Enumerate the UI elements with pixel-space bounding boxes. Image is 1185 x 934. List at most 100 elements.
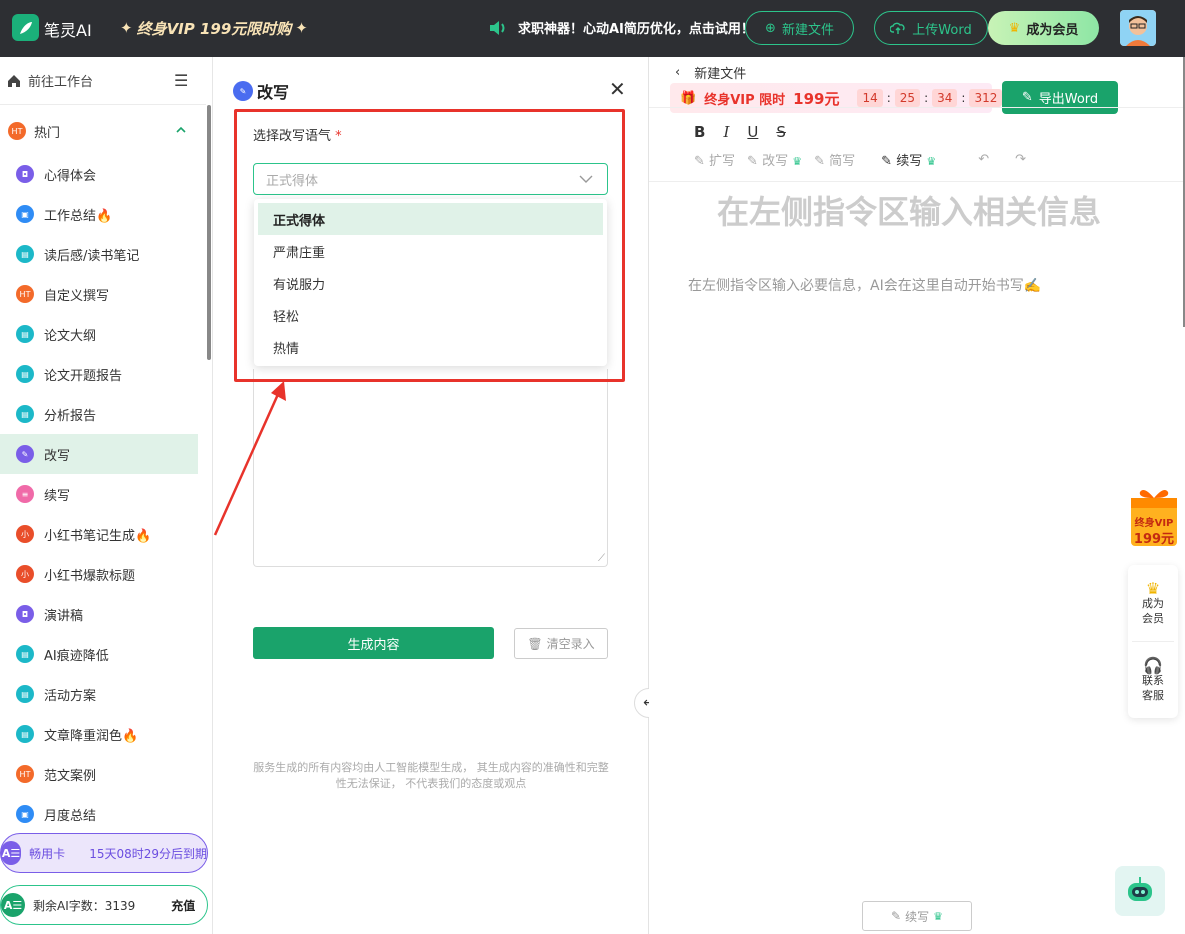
- item-label: 读后感/读书笔记: [44, 248, 140, 264]
- breadcrumb-title: 新建文件: [694, 67, 747, 82]
- float-vip-line1: 终身VIP: [1134, 518, 1174, 529]
- sidebar-item[interactable]: ▤ 文章降重润色🔥: [0, 714, 206, 754]
- sidebar-item[interactable]: ▤ 分析报告: [0, 394, 206, 434]
- item-label: 论文开题报告: [44, 368, 123, 384]
- export-word-label: 导出Word: [1038, 92, 1099, 107]
- item-label: 改写: [44, 448, 71, 464]
- trash-icon: 🗑: [527, 636, 543, 651]
- float-service-button[interactable]: 🎧 联系 客服: [1128, 642, 1178, 718]
- top-bar: 笔灵AI ✦ 终身VIP 199元限时购 ✦ 求职神器！心动AI简历优化，点击试…: [0, 0, 1185, 57]
- vip-promo-text: 终身VIP 199元限时购: [136, 19, 292, 38]
- crown-icon: ♛: [792, 155, 803, 168]
- sidebar-scrollbar[interactable]: [207, 105, 211, 360]
- sidebar-items: ◘ 心得体会 ▣ 工作总结🔥 ▤ 读后感/读书笔记 HT 自定义撰写 ▤ 论文大纲 ▤ 论文…: [0, 154, 206, 834]
- sidebar-item[interactable]: ▤ AI痕迹降低: [0, 634, 206, 674]
- sidebar-item[interactable]: ◘ 心得体会: [0, 154, 206, 194]
- item-icon: ▤: [16, 245, 34, 263]
- close-icon[interactable]: ✕: [609, 77, 626, 101]
- resize-grip-icon[interactable]: ⟋: [598, 553, 605, 564]
- speaker-icon: [490, 20, 505, 35]
- undo-icon[interactable]: ↶: [978, 152, 989, 167]
- item-icon: ▤: [16, 685, 34, 703]
- item-icon: HT: [16, 285, 34, 303]
- sidebar-item[interactable]: ▤ 论文开题报告: [0, 354, 206, 394]
- sidebar-item[interactable]: ▣ 工作总结🔥: [0, 194, 206, 234]
- bold-icon[interactable]: B: [694, 123, 705, 141]
- continue-tool[interactable]: ✎ 续写 ♛: [881, 150, 936, 169]
- vip-promo-link[interactable]: ✦ 终身VIP 199元限时购 ✦: [120, 12, 308, 44]
- float-member-line: 成为: [1142, 596, 1164, 610]
- sidebar-item[interactable]: 小小红书爆款标题: [0, 554, 206, 594]
- bottom-continue-label: 续写: [905, 909, 930, 924]
- section-hot[interactable]: HT 热门: [0, 115, 206, 147]
- item-label: 活动方案: [44, 688, 97, 704]
- become-member-button[interactable]: ♛ 成为会员: [988, 11, 1099, 45]
- crown-icon: ♛: [1145, 578, 1161, 598]
- item-icon: 小: [16, 525, 34, 543]
- chevron-up-icon: [174, 123, 188, 141]
- clear-input-button[interactable]: 🗑 清空录入: [514, 628, 608, 659]
- item-icon: ≡: [16, 485, 34, 503]
- shorten-tool[interactable]: ✎ 简写: [814, 150, 855, 169]
- sidebar-item[interactable]: ≡ 续写: [0, 474, 206, 514]
- vip-banner[interactable]: 🎁 终身VIP 限时 199元 14: 25: 34: 312: [670, 83, 1003, 113]
- export-word-button[interactable]: ✎ 导出Word: [1002, 81, 1118, 114]
- float-member-button[interactable]: ♛ 成为 会员: [1128, 565, 1178, 641]
- float-service-line: 联系: [1142, 673, 1164, 687]
- float-vip-gift[interactable]: 终身VIP 199元: [1128, 484, 1180, 548]
- breadcrumb: ‹ 新建文件: [675, 63, 746, 82]
- crown-icon: ♛: [926, 155, 937, 168]
- sidebar-item[interactable]: HT 自定义撰写: [0, 274, 206, 314]
- back-arrow-icon[interactable]: ‹: [675, 65, 680, 80]
- sidebar-item[interactable]: ▤ 论文大纲: [0, 314, 206, 354]
- edit-doc-icon: ✎: [1021, 90, 1033, 105]
- robot-assistant-icon[interactable]: [1115, 866, 1165, 916]
- content-textarea[interactable]: ⟋: [253, 369, 608, 567]
- upload-word-button[interactable]: 上传Word: [874, 11, 988, 45]
- sidebar-item-rewrite[interactable]: ✎ 改写: [0, 434, 198, 474]
- app-name[interactable]: 笔灵AI: [44, 17, 92, 41]
- bottom-continue-button[interactable]: ✎ 续写 ♛: [862, 901, 972, 931]
- item-label: 文章降重润色🔥: [44, 728, 139, 744]
- pass-card[interactable]: A☰ 畅用卡 15天08时29分后到期: [0, 833, 208, 873]
- item-label: 分析报告: [44, 408, 97, 424]
- redo-icon[interactable]: ↷: [1015, 152, 1026, 167]
- new-file-button[interactable]: ⊕ 新建文件: [745, 11, 854, 45]
- rewrite-icon: ✎: [233, 81, 253, 101]
- editor-placeholder-text[interactable]: 在左侧指令区输入必要信息，AI会在这里自动开始书写✍️: [688, 275, 1041, 295]
- ai-quota-card: A☰ 剩余AI字数：3139 充值: [0, 885, 208, 925]
- item-label: 小红书笔记生成🔥: [44, 528, 152, 544]
- item-icon: ✎: [16, 445, 34, 463]
- underline-icon[interactable]: U: [747, 123, 758, 141]
- sparkle-icon: ✦: [295, 19, 308, 37]
- plus-circle-icon: ⊕: [765, 20, 776, 36]
- sidebar-item[interactable]: HT 范文案例: [0, 754, 206, 794]
- sidebar-item[interactable]: 小小红书笔记生成🔥: [0, 514, 206, 554]
- sidebar-item[interactable]: ▤ 读后感/读书笔记: [0, 234, 206, 274]
- crown-icon: ♛: [1008, 20, 1021, 36]
- vip-banner-text: 终身VIP 限时: [704, 92, 786, 108]
- resume-notice[interactable]: 求职神器！心动AI简历优化，点击试用！: [488, 18, 754, 37]
- countdown-part: 25: [894, 89, 921, 107]
- sidebar-item[interactable]: ◘ 演讲稿: [0, 594, 206, 634]
- strikethrough-icon[interactable]: S: [776, 123, 786, 141]
- back-to-workbench[interactable]: 前往工作台 ☰: [0, 57, 206, 105]
- generate-button[interactable]: 生成内容: [253, 627, 494, 659]
- collapse-menu-icon[interactable]: ☰: [174, 71, 188, 90]
- countdown-part: 14: [857, 89, 883, 107]
- expand-tool[interactable]: ✎ 扩写: [694, 150, 735, 169]
- sidebar-item[interactable]: ▤ 活动方案: [0, 674, 206, 714]
- app-logo-icon[interactable]: [12, 14, 39, 41]
- item-icon: 小: [16, 565, 34, 583]
- ai-toolbar: ✎ 扩写 ✎ 改写 ♛ ✎ 简写 ✎ 续写 ♛ ↶ ↷: [694, 150, 1026, 169]
- highlight-box: [234, 109, 625, 382]
- item-label: 小红书爆款标题: [44, 568, 136, 584]
- countdown-part: 312: [969, 89, 1003, 107]
- rewrite-tool[interactable]: ✎ 改写 ♛: [747, 150, 802, 169]
- float-panel: ♛ 成为 会员 🎧 联系 客服: [1128, 565, 1178, 718]
- sidebar-item[interactable]: ▣ 月度总结: [0, 794, 206, 834]
- pass-card-expiry: 15天08时29分后到期: [89, 846, 207, 861]
- recharge-button[interactable]: 充值: [171, 897, 195, 914]
- italic-icon[interactable]: I: [723, 123, 729, 141]
- user-avatar[interactable]: [1120, 10, 1156, 46]
